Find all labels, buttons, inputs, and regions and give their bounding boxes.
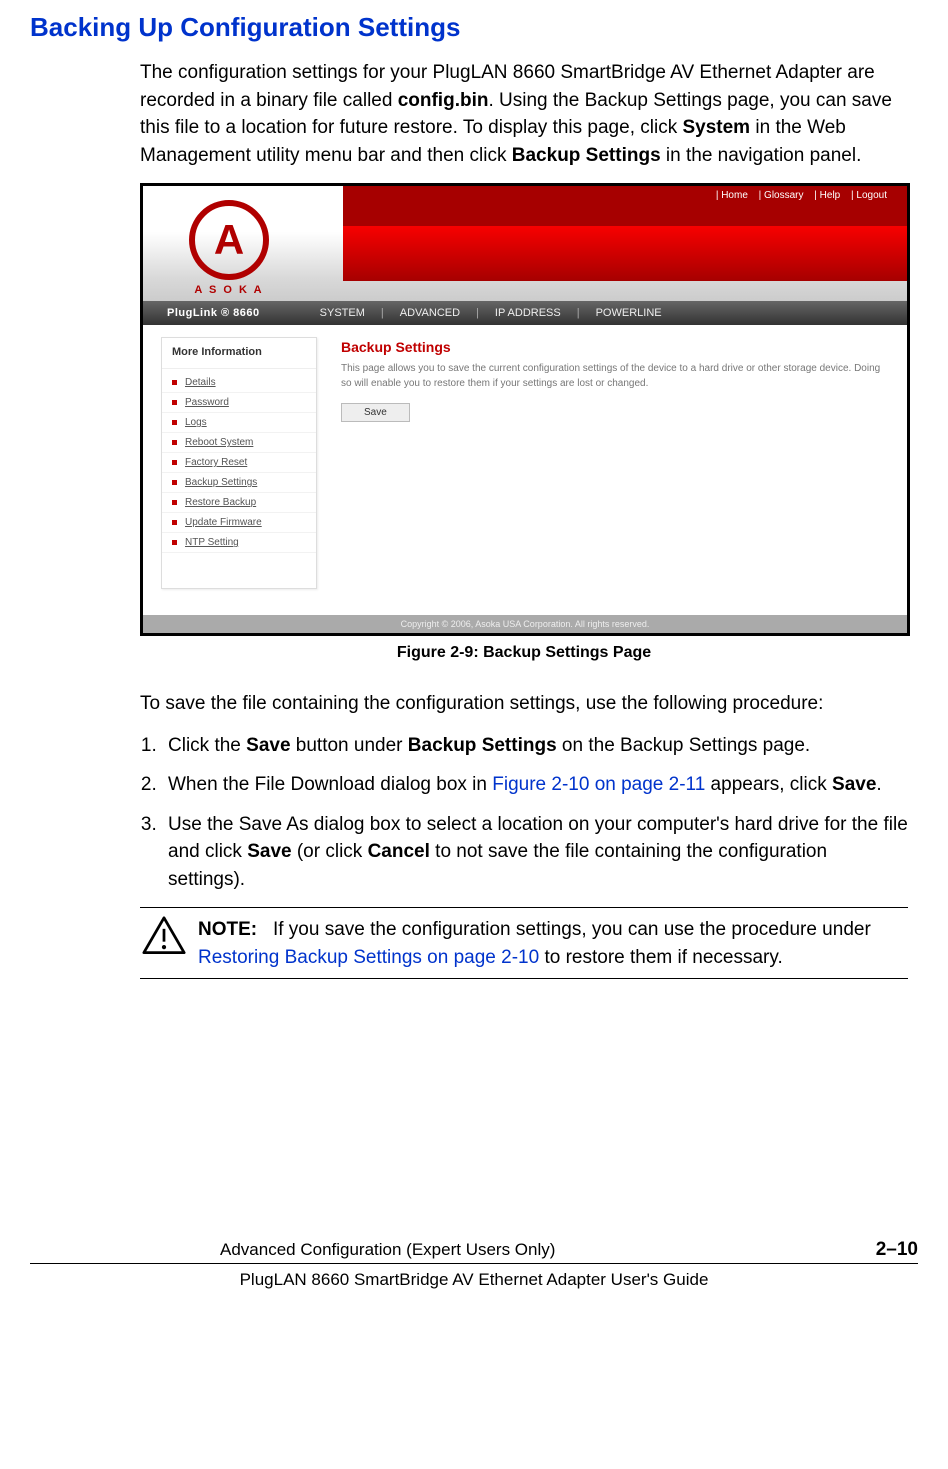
sidebar-item-factory-reset[interactable]: Factory Reset	[162, 453, 316, 473]
figure-screenshot: A A S O K A | Home | Glossary | Help | L…	[140, 183, 910, 636]
sidebar-item-logs[interactable]: Logs	[162, 413, 316, 433]
restoring-backup-link[interactable]: Restoring Backup Settings on page 2-10	[198, 947, 539, 968]
asoka-logo-text: A S O K A	[189, 284, 269, 296]
sidebar-item-label: Logs	[185, 417, 207, 428]
warning-icon	[142, 916, 186, 955]
sidebar-item-update-firmware[interactable]: Update Firmware	[162, 513, 316, 533]
top-link-logout[interactable]: | Logout	[847, 190, 891, 201]
top-link-glossary[interactable]: | Glossary	[755, 190, 808, 201]
sidebar-item-password[interactable]: Password	[162, 393, 316, 413]
intro-bold-configbin: config.bin	[398, 90, 489, 111]
top-links: | Home | Glossary | Help | Logout	[712, 190, 891, 201]
sidebar-item-label: Details	[185, 377, 216, 388]
procedure-intro: To save the file containing the configur…	[140, 690, 908, 718]
sidebar-item-label: Factory Reset	[185, 457, 247, 468]
device-title: PlugLink ® 8660	[167, 307, 260, 319]
step-2: When the File Download dialog box in Fig…	[162, 771, 908, 799]
sidebar-item-label: Restore Backup	[185, 497, 256, 508]
sidebar-item-label: Password	[185, 397, 229, 408]
top-link-home[interactable]: | Home	[712, 190, 752, 201]
asoka-logo: A A S O K A	[189, 200, 269, 296]
note-label: NOTE:	[198, 919, 257, 940]
menu-powerline[interactable]: POWERLINE	[596, 307, 662, 319]
top-link-help[interactable]: | Help	[810, 190, 844, 201]
note-text-1: If you save the configuration settings, …	[273, 919, 871, 940]
sidebar-item-ntp-setting[interactable]: NTP Setting	[162, 533, 316, 553]
intro-bold-system: System	[682, 117, 750, 138]
step-3: Use the Save As dialog box to select a l…	[162, 811, 908, 894]
sidebar-item-reboot[interactable]: Reboot System	[162, 433, 316, 453]
menubar: PlugLink ® 8660 SYSTEM| ADVANCED| IP ADD…	[143, 301, 907, 325]
sidebar-title: More Information	[162, 338, 316, 369]
note-text-2: to restore them if necessary.	[539, 947, 783, 968]
menu-ip-address[interactable]: IP ADDRESS	[495, 307, 561, 319]
figure-caption: Figure 2-9: Backup Settings Page	[140, 644, 908, 662]
sidebar: More Information Details Password Logs R…	[161, 337, 317, 589]
menu-advanced[interactable]: ADVANCED	[400, 307, 460, 319]
sidebar-item-details[interactable]: Details	[162, 373, 316, 393]
procedure-steps: Click the Save button under Backup Setti…	[162, 732, 908, 894]
intro-bold-backup-settings: Backup Settings	[512, 145, 661, 166]
figure-copyright: Copyright © 2006, Asoka USA Corporation.…	[143, 615, 907, 633]
step-1: Click the Save button under Backup Setti…	[162, 732, 908, 760]
footer-page-number: 2–10	[876, 1239, 918, 1261]
save-button[interactable]: Save	[341, 403, 410, 422]
sidebar-item-label: Reboot System	[185, 437, 253, 448]
content-description: This page allows you to save the current…	[341, 361, 887, 391]
page-heading: Backing Up Configuration Settings	[30, 12, 918, 43]
footer-section: Advanced Configuration (Expert Users Onl…	[220, 1240, 555, 1260]
figure-2-10-link[interactable]: Figure 2-10 on page 2-11	[492, 774, 705, 795]
intro-paragraph: The configuration settings for your Plug…	[140, 59, 908, 169]
footer-guide-title: PlugLAN 8660 SmartBridge AV Ethernet Ada…	[30, 1270, 918, 1290]
sidebar-item-label: Update Firmware	[185, 517, 262, 528]
content-area: Backup Settings This page allows you to …	[317, 325, 907, 615]
sidebar-item-backup-settings[interactable]: Backup Settings	[162, 473, 316, 493]
menu-system[interactable]: SYSTEM	[320, 307, 365, 319]
asoka-logo-icon: A	[189, 200, 269, 280]
sidebar-item-label: Backup Settings	[185, 477, 257, 488]
note-block: NOTE: If you save the configuration sett…	[140, 907, 908, 978]
sidebar-item-label: NTP Setting	[185, 537, 239, 548]
page-footer: Advanced Configuration (Expert Users Onl…	[0, 1239, 948, 1310]
sidebar-item-restore-backup[interactable]: Restore Backup	[162, 493, 316, 513]
content-heading: Backup Settings	[341, 339, 887, 355]
intro-text-4: in the navigation panel.	[661, 145, 862, 166]
